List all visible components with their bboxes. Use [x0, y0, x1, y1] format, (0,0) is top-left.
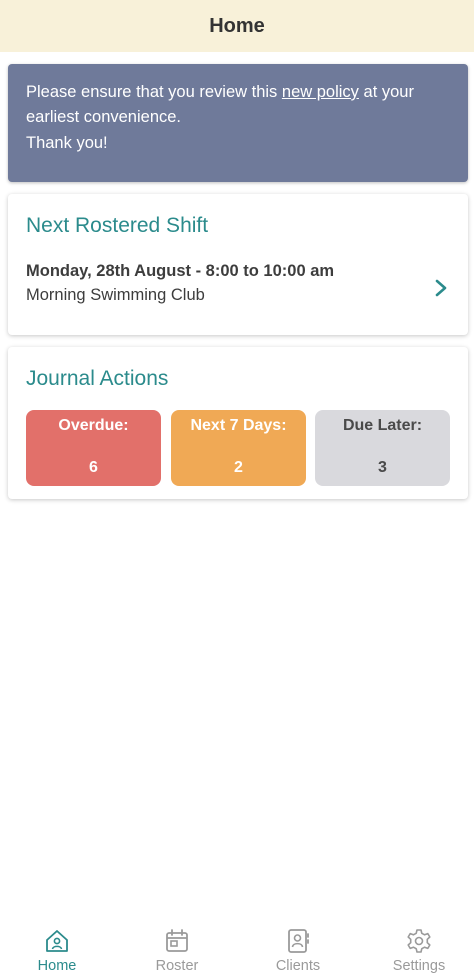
notice-text-before: Please ensure that you review this: [26, 83, 282, 101]
policy-notice: Please ensure that you review this new p…: [8, 64, 468, 182]
overdue-count: 6: [89, 459, 98, 476]
page-title: Home: [209, 14, 265, 37]
nav-item-settings[interactable]: Settings: [364, 927, 474, 974]
notice-thanks: Thank you!: [26, 134, 108, 152]
nav-label-home: Home: [37, 958, 77, 974]
next-7-days-count: 2: [234, 459, 243, 476]
due-later-label: Due Later:: [342, 417, 423, 434]
journal-tiles: Overdue: 6 Next 7 Days: 2 Due Later: 3: [26, 410, 450, 486]
shift-datetime: Monday, 28th August - 8:00 to 10:00 am: [26, 262, 335, 280]
calendar-icon: [166, 929, 188, 952]
overdue-tile[interactable]: Overdue: 6: [26, 410, 161, 486]
journal-actions-title: Journal Actions: [26, 367, 169, 390]
next-7-days-label: Next 7 Days:: [190, 417, 287, 434]
contact-book-icon: [288, 929, 309, 953]
nav-item-roster[interactable]: Roster: [122, 927, 232, 974]
nav-item-clients[interactable]: Clients: [243, 927, 353, 974]
next-shift-card[interactable]: Next Rostered Shift Monday, 28th August …: [8, 194, 468, 335]
home-icon: [46, 930, 68, 952]
gear-icon: [407, 929, 431, 953]
next-7-days-tile[interactable]: Next 7 Days: 2: [171, 410, 306, 486]
nav-label-clients: Clients: [275, 958, 321, 974]
new-policy-link[interactable]: new policy: [282, 83, 359, 101]
journal-actions-card: Journal Actions Overdue: 6 Next 7 Days: …: [8, 347, 468, 499]
shift-name: Morning Swimming Club: [26, 286, 205, 304]
nav-item-home[interactable]: Home: [2, 927, 112, 974]
nav-label-roster: Roster: [155, 958, 199, 974]
top-bar: Home: [0, 0, 474, 52]
due-later-count: 3: [378, 459, 387, 476]
next-shift-title: Next Rostered Shift: [26, 214, 209, 237]
bottom-navigation: Home Roster Clients Settings: [0, 921, 474, 979]
overdue-label: Overdue:: [58, 417, 129, 434]
nav-label-settings: Settings: [392, 958, 446, 974]
due-later-tile[interactable]: Due Later: 3: [315, 410, 450, 486]
chevron-right-icon[interactable]: [434, 278, 448, 298]
